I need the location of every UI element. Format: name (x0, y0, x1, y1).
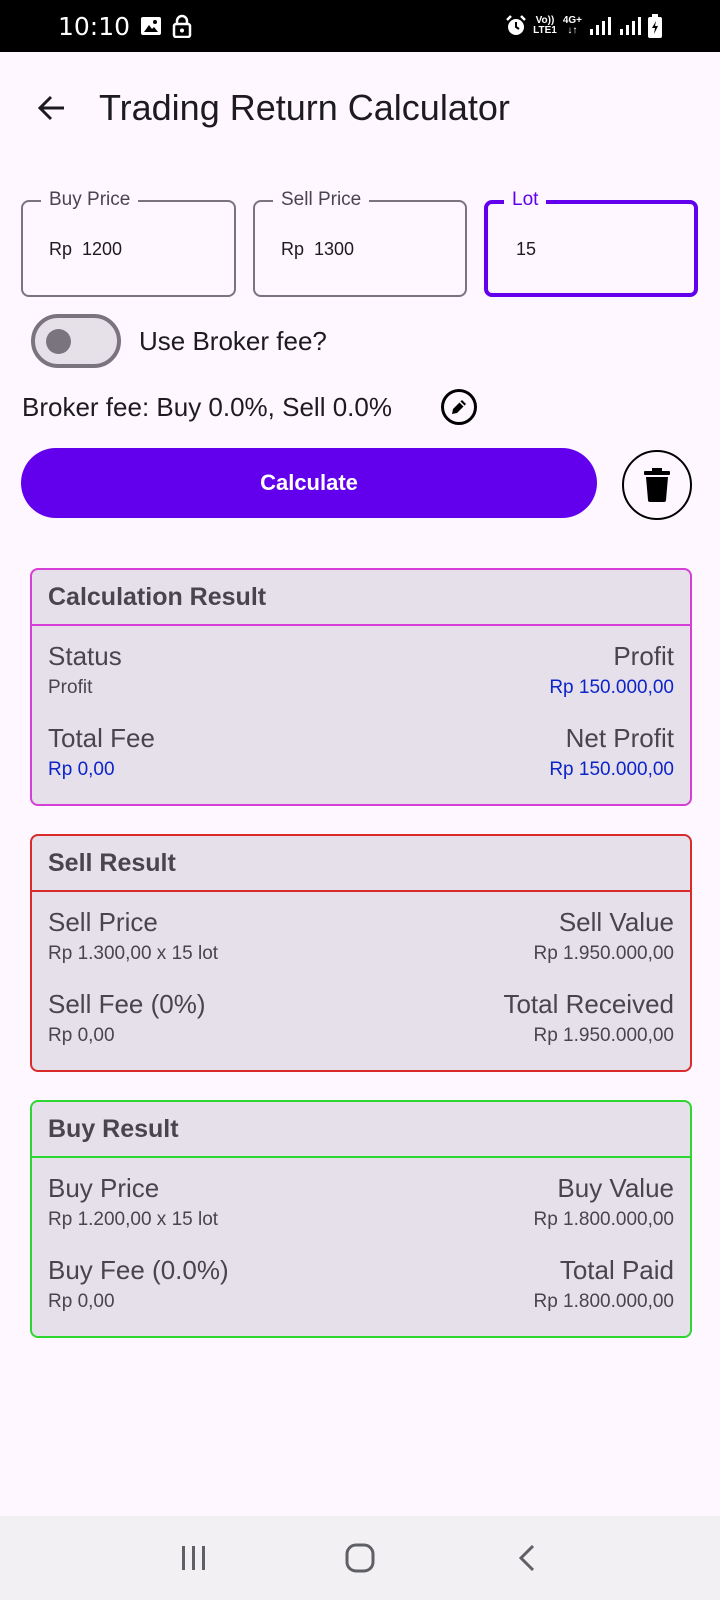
trash-icon (644, 468, 670, 502)
clear-button[interactable] (622, 450, 692, 520)
home-button[interactable] (330, 1528, 390, 1588)
sell-price-input[interactable]: Rp 1300 (281, 239, 354, 260)
buy-fee-label: Buy Fee (0.0%) (48, 1255, 229, 1285)
sell-result-body: Sell Price Rp 1.300,00 x 15 lot Sell Val… (32, 892, 690, 1050)
net-profit-label: Net Profit (565, 723, 674, 753)
net-profit-block: Net Profit Rp 150.000,00 (549, 722, 674, 784)
app-bar: Trading Return Calculator (0, 52, 720, 164)
network-type-label: 4G+ (562, 15, 582, 26)
total-paid-label: Total Paid (559, 1255, 674, 1285)
battery-icon (648, 14, 662, 38)
sell-result-card: Sell Result Sell Price Rp 1.300,00 x 15 … (30, 834, 692, 1072)
buy-price-input[interactable]: Rp 1200 (49, 239, 122, 260)
sell-fee-value: Rp 0,00 (48, 1025, 115, 1046)
sell-value-label: Sell Value (558, 907, 674, 937)
sell-value-block: Sell Value Rp 1.950.000,00 (533, 906, 674, 968)
system-nav-bar (0, 1516, 720, 1600)
total-fee-value: Rp 0,00 (48, 759, 115, 780)
sell-fee-label: Sell Fee (0%) (48, 989, 206, 1019)
buy-price-result-value: Rp 1.200,00 x 15 lot (48, 1209, 219, 1230)
result-row: Buy Fee (0.0%) Rp 0,00 Total Paid Rp 1.8… (48, 1254, 674, 1316)
status-left: 10:10 (58, 12, 192, 41)
buy-price-result-label: Buy Price (48, 1173, 160, 1203)
signal-icon (588, 16, 612, 36)
sell-price-label: Sell Price (273, 189, 370, 211)
sell-price-result-value: Rp 1.300,00 x 15 lot (48, 943, 219, 964)
profit-block: Profit Rp 150.000,00 (549, 640, 674, 702)
chevron-left-icon (518, 1544, 534, 1572)
result-row: Status Profit Profit Rp 150.000,00 (48, 640, 674, 702)
lte-label: LTE1 (533, 25, 557, 36)
status-right: Vo)) LTE1 4G+ ↓↑ (505, 14, 662, 38)
total-fee-label: Total Fee (48, 723, 155, 753)
broker-fee-text: Broker fee: Buy 0.0%, Sell 0.0% (22, 392, 392, 422)
arrow-back-icon (37, 95, 64, 121)
buy-result-title: Buy Result (32, 1102, 690, 1158)
sell-price-result-label: Sell Price (48, 907, 158, 937)
recents-button[interactable] (163, 1528, 223, 1588)
profit-value: Rp 150.000,00 (549, 677, 674, 698)
status-bar: 10:10 Vo)) LTE1 4G+ ↓↑ (0, 0, 720, 52)
back-button[interactable] (30, 86, 74, 130)
lot-field[interactable]: Lot 15 (484, 189, 698, 297)
sell-price-prefix: Rp (281, 239, 305, 259)
recents-icon (182, 1546, 206, 1570)
system-back-button[interactable] (497, 1528, 557, 1588)
sell-value-value: Rp 1.950.000,00 (533, 943, 674, 964)
edit-broker-fee-button[interactable] (441, 389, 477, 425)
total-fee-block: Total Fee Rp 0,00 (48, 722, 155, 784)
pencil-icon (452, 400, 466, 414)
buy-price-block: Buy Price Rp 1.200,00 x 15 lot (48, 1172, 218, 1234)
calculation-result-body: Status Profit Profit Rp 150.000,00 Total… (32, 626, 690, 784)
total-received-value: Rp 1.950.000,00 (533, 1025, 674, 1046)
buy-fee-value: Rp 0,00 (48, 1291, 115, 1312)
sell-price-block: Sell Price Rp 1.300,00 x 15 lot (48, 906, 218, 968)
calculation-result-title: Calculation Result (32, 570, 690, 626)
buy-result-body: Buy Price Rp 1.200,00 x 15 lot Buy Value… (32, 1158, 690, 1316)
total-paid-block: Total Paid Rp 1.800.000,00 (533, 1254, 674, 1316)
sell-price-field[interactable]: Sell Price Rp 1300 (253, 189, 467, 297)
buy-value-label: Buy Value (557, 1173, 674, 1203)
signal-icon (618, 16, 642, 36)
net-profit-value: Rp 150.000,00 (549, 759, 674, 780)
status-value: Profit (48, 677, 93, 698)
buy-price-value: 1200 (82, 239, 123, 259)
result-row: Buy Price Rp 1.200,00 x 15 lot Buy Value… (48, 1172, 674, 1234)
page-title: Trading Return Calculator (99, 87, 510, 128)
result-row: Sell Fee (0%) Rp 0,00 Total Received Rp … (48, 988, 674, 1050)
buy-price-label: Buy Price (41, 189, 139, 211)
lock-icon (172, 14, 192, 38)
alarm-icon (505, 15, 527, 37)
buy-fee-block: Buy Fee (0.0%) Rp 0,00 (48, 1254, 229, 1316)
result-row: Sell Price Rp 1.300,00 x 15 lot Sell Val… (48, 906, 674, 968)
lot-value: 15 (516, 239, 537, 259)
result-row: Total Fee Rp 0,00 Net Profit Rp 150.000,… (48, 722, 674, 784)
profit-label: Profit (613, 641, 674, 671)
total-received-block: Total Received Rp 1.950.000,00 (503, 988, 674, 1050)
buy-value-block: Buy Value Rp 1.800.000,00 (533, 1172, 674, 1234)
total-received-label: Total Received (503, 989, 674, 1019)
calculation-result-card: Calculation Result Status Profit Profit … (30, 568, 692, 806)
broker-fee-toggle[interactable] (31, 314, 121, 368)
sell-result-title: Sell Result (32, 836, 690, 892)
buy-value-value: Rp 1.800.000,00 (533, 1209, 674, 1230)
calculate-button[interactable]: Calculate (21, 448, 597, 518)
network-type: 4G+ ↓↑ (562, 15, 582, 36)
buy-price-prefix: Rp (49, 239, 73, 259)
home-icon (345, 1543, 375, 1573)
broker-fee-toggle-label: Use Broker fee? (139, 326, 327, 356)
sell-fee-block: Sell Fee (0%) Rp 0,00 (48, 988, 206, 1050)
sell-price-value: 1300 (314, 239, 355, 259)
toggle-knob (46, 329, 71, 354)
network-label: Vo)) LTE1 (533, 16, 557, 36)
buy-price-field[interactable]: Buy Price Rp 1200 (21, 189, 236, 297)
lot-label: Lot (504, 189, 547, 211)
buy-result-card: Buy Result Buy Price Rp 1.200,00 x 15 lo… (30, 1100, 692, 1338)
image-icon (140, 15, 162, 37)
status-block: Status Profit (48, 640, 122, 702)
status-label: Status (48, 641, 122, 671)
total-paid-value: Rp 1.800.000,00 (533, 1291, 674, 1312)
lot-input[interactable]: 15 (516, 239, 536, 260)
status-time: 10:10 (58, 11, 131, 41)
